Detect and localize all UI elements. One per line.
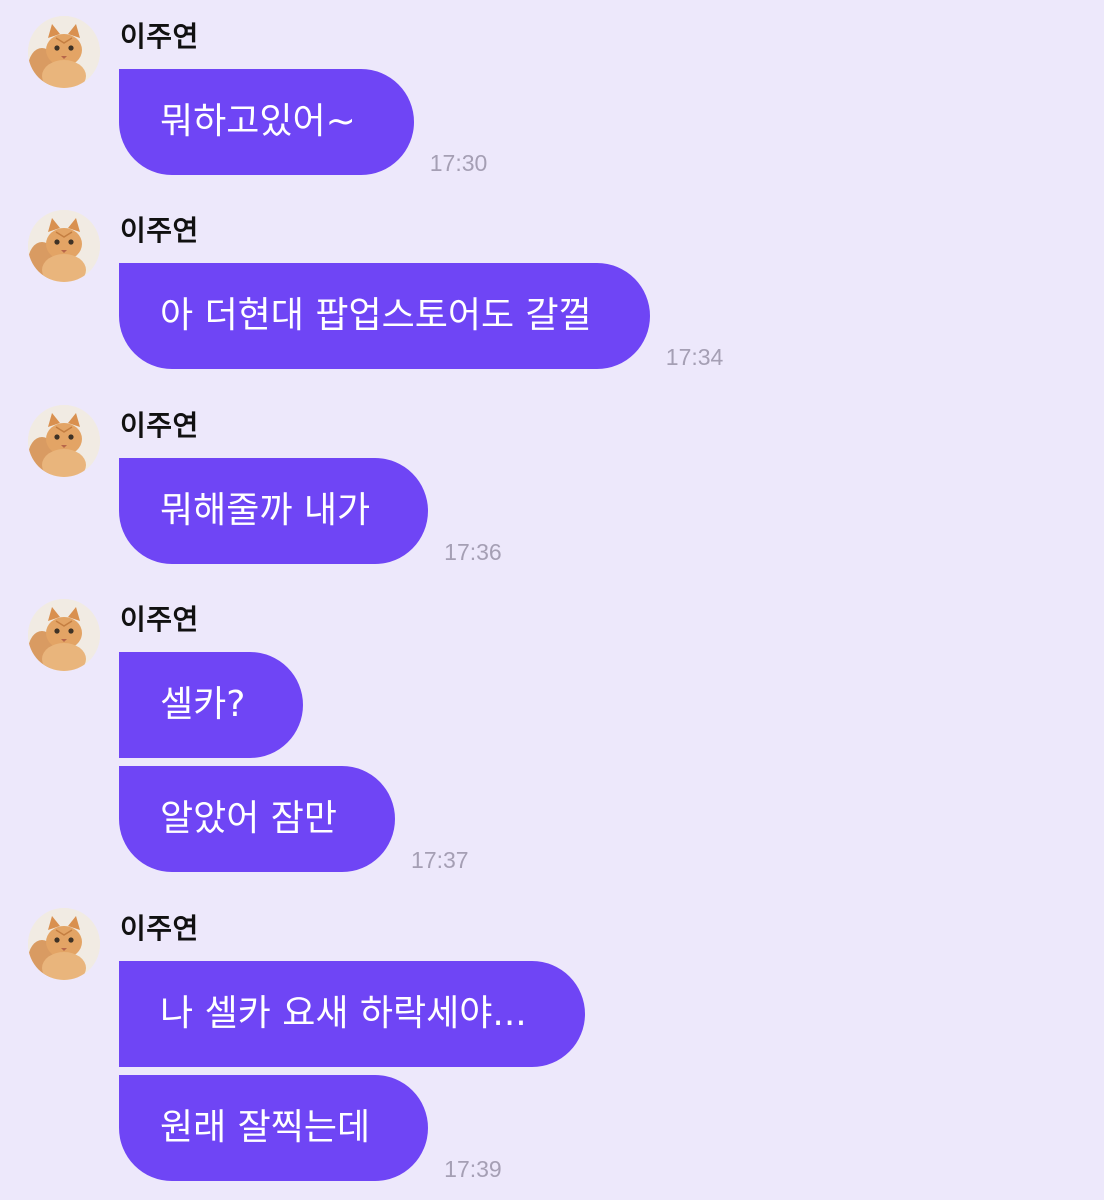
message-row: 알았어 잠만 17:37 (119, 766, 469, 873)
message-row: 셀카? (119, 652, 304, 758)
sender-name: 이주연 (120, 409, 199, 442)
message-bubble[interactable]: 뭐해줄까 내가 (119, 458, 429, 564)
sender-name: 이주연 (120, 603, 199, 636)
message-bubble[interactable]: 나 셀카 요새 하락세야... (119, 961, 585, 1067)
cat-avatar-icon[interactable] (28, 908, 100, 980)
message-bubble[interactable]: 뭐하고있어~ (119, 69, 414, 175)
message-time: 17:39 (444, 1156, 502, 1182)
message-bubble[interactable]: 아 더현대 팝업스토어도 갈껄 (119, 263, 650, 369)
message-row: 나 셀카 요새 하락세야... (119, 961, 585, 1067)
sender-name: 이주연 (120, 20, 199, 53)
message-bubble[interactable]: 원래 잘찍는데 (119, 1075, 429, 1181)
cat-avatar-icon[interactable] (28, 16, 100, 88)
message-row: 아 더현대 팝업스토어도 갈껄 17:34 (119, 263, 724, 370)
message-time: 17:34 (665, 344, 724, 370)
message-bubble[interactable]: 알았어 잠만 (119, 766, 396, 872)
sender-name: 이주연 (120, 214, 199, 247)
cat-avatar-icon[interactable] (28, 405, 100, 477)
cat-avatar-icon[interactable] (28, 599, 100, 671)
message-row: 뭐해줄까 내가 17:36 (119, 458, 502, 565)
message-row: 원래 잘찍는데 17:39 (119, 1075, 502, 1182)
message-time: 17:37 (411, 847, 469, 873)
sender-name: 이주연 (120, 912, 199, 945)
cat-avatar-icon[interactable] (28, 210, 100, 282)
message-time: 17:36 (444, 539, 502, 565)
message-bubble[interactable]: 셀카? (119, 652, 304, 758)
message-row: 뭐하고있어~ 17:30 (119, 69, 488, 176)
message-time: 17:30 (429, 150, 488, 176)
